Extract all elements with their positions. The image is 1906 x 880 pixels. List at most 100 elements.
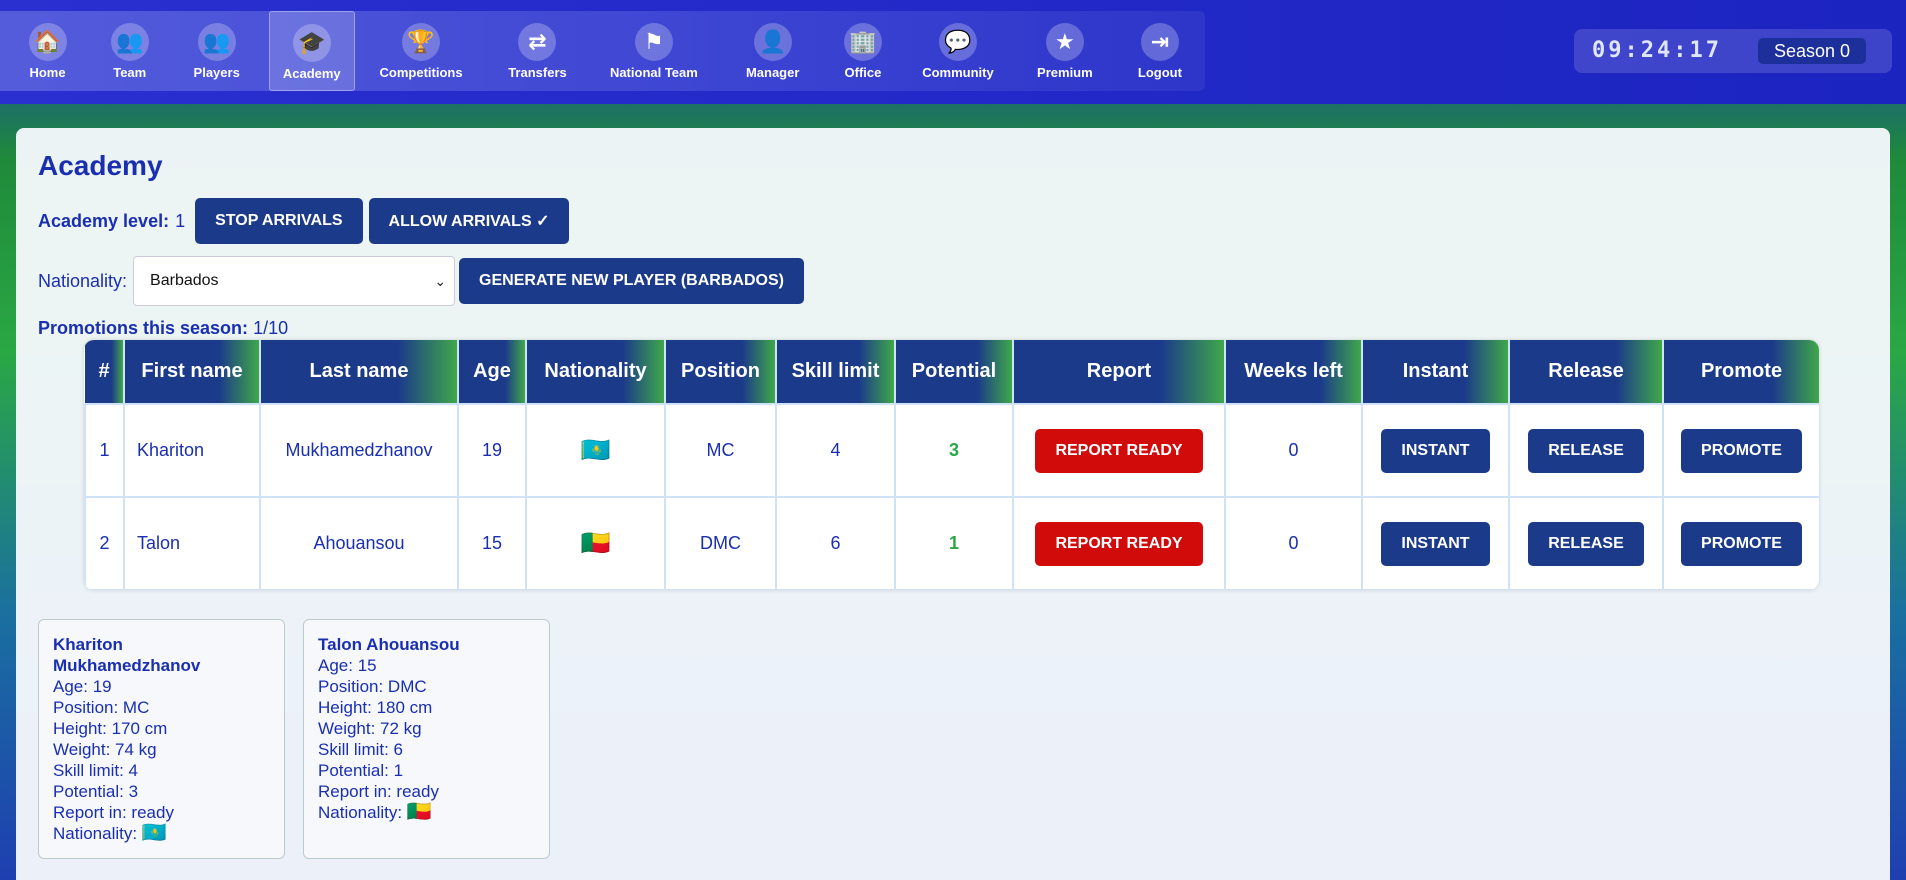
players-icon: 👥 <box>197 23 236 61</box>
report-ready-button[interactable]: REPORT READY <box>1035 428 1203 473</box>
flag-kazakhstan-icon: 🇰🇿 <box>580 437 611 464</box>
player-height: Height: 180 cm <box>318 698 433 717</box>
report-ready-button[interactable]: REPORT READY <box>1035 521 1203 566</box>
season-badge: Season 0 <box>1758 38 1867 64</box>
nav-label: Players <box>193 65 240 80</box>
nav-label: Community <box>922 65 994 80</box>
promote-button[interactable]: PROMOTE <box>1681 521 1802 566</box>
nav-transfers[interactable]: ⇄ Transfers <box>488 11 588 91</box>
instant-cell: INSTANT <box>1361 496 1510 590</box>
nationality-flag: 🇧🇯 <box>525 496 666 590</box>
logout-icon: ⇥ <box>1140 23 1179 61</box>
academy-icon: 🎓 <box>292 24 331 62</box>
nationality-select[interactable]: Barbados ⌄ <box>133 256 456 306</box>
skill-limit: 6 <box>775 496 896 590</box>
nav-team[interactable]: 👥 Team <box>95 11 164 91</box>
nav-label: National Team <box>609 65 698 80</box>
promote-button[interactable]: PROMOTE <box>1681 428 1802 473</box>
nav-manager[interactable]: 👤 Manager <box>720 11 825 91</box>
release-button[interactable]: RELEASE <box>1528 428 1644 473</box>
nav-label: Team <box>113 65 147 80</box>
weeks-left: 0 <box>1224 403 1363 498</box>
col-header: Potential <box>895 340 1014 404</box>
last-name: Ahouansou <box>259 496 459 590</box>
nav-label: Home <box>29 65 66 80</box>
allow-arrivals-button[interactable]: ALLOW ARRIVALS ✓ <box>368 198 570 244</box>
potential: 1 <box>894 496 1014 590</box>
player-position: Position: MC <box>53 698 150 717</box>
release-button[interactable]: RELEASE <box>1528 521 1644 566</box>
nav-players[interactable]: 👥 Players <box>164 11 269 91</box>
office-icon: 🏢 <box>843 23 882 61</box>
page-title: Academy <box>38 150 163 181</box>
team-icon: 👥 <box>110 23 149 61</box>
nationality-label: Nationality: <box>38 270 128 291</box>
community-icon: 💬 <box>938 23 977 61</box>
player-name: Talon Ahouansou <box>318 635 460 654</box>
player-nationality: Nationality: 🇧🇯 <box>318 801 432 823</box>
potential: 3 <box>894 403 1014 498</box>
nav-label: Office <box>844 65 882 80</box>
nav-label: Transfers <box>508 65 567 80</box>
col-header: Age <box>458 340 527 404</box>
player-skill: Skill limit: 4 <box>53 761 139 780</box>
nav-label: Competitions <box>379 65 463 80</box>
stop-arrivals-button[interactable]: STOP ARRIVALS <box>195 198 363 244</box>
star-icon: ★ <box>1045 23 1084 61</box>
last-name: Mukhamedzhanov <box>259 403 459 498</box>
player-age: Age: 15 <box>318 656 377 675</box>
table-header-row: # First name Last name Age Nationality P… <box>85 340 1819 404</box>
nav-academy[interactable]: 🎓 Academy <box>268 11 355 91</box>
promote-cell: PROMOTE <box>1662 496 1819 590</box>
age: 15 <box>457 496 527 590</box>
col-header: Instant <box>1362 340 1510 404</box>
clock: 09:24:17 <box>1592 38 1722 63</box>
age: 19 <box>457 403 527 498</box>
flag-kazakhstan-icon: 🇰🇿 <box>141 822 167 844</box>
nav-label: Manager <box>745 65 800 80</box>
col-header: First name <box>124 340 261 404</box>
nav-competitions[interactable]: 🏆 Competitions <box>355 11 488 91</box>
nav-label: Academy <box>282 66 341 81</box>
flag-icon: ⚑ <box>634 23 673 61</box>
nav-logout[interactable]: ⇥ Logout <box>1115 11 1205 91</box>
nav-office[interactable]: 🏢 Office <box>825 11 901 91</box>
player-card: Talon Ahouansou Age: 15 Position: DMC He… <box>303 619 550 859</box>
nav-premium[interactable]: ★ Premium <box>1015 11 1115 91</box>
player-potential: Potential: 1 <box>318 761 404 780</box>
instant-button[interactable]: INSTANT <box>1381 521 1490 566</box>
weeks-left: 0 <box>1224 496 1363 590</box>
col-header: Position <box>665 340 777 404</box>
chevron-down-icon: ⌄ <box>434 273 447 289</box>
transfers-icon: ⇄ <box>518 23 557 61</box>
nav-community[interactable]: 💬 Community <box>901 11 1015 91</box>
nav-label: Premium <box>1037 65 1093 80</box>
promote-cell: PROMOTE <box>1662 403 1819 498</box>
col-header: Last name <box>260 340 459 404</box>
player-potential: Potential: 3 <box>53 782 139 801</box>
release-cell: RELEASE <box>1508 496 1664 590</box>
table-row: 2 Talon Ahouansou 15 🇧🇯 DMC 6 1 REPORT R… <box>84 496 1819 590</box>
manager-icon: 👤 <box>753 23 792 61</box>
first-name: Khariton <box>123 403 261 498</box>
academy-controls: Academy level: 1 STOP ARRIVALS ALLOW ARR… <box>38 198 570 244</box>
col-header: Report <box>1013 340 1226 404</box>
academy-level-label: Academy level: <box>38 210 170 231</box>
promotions-value: 1/10 <box>253 318 289 338</box>
nav-national-team[interactable]: ⚑ National Team <box>587 11 720 91</box>
position: DMC <box>664 496 777 590</box>
flag-benin-icon: 🇧🇯 <box>580 530 611 557</box>
col-header: Promote <box>1663 340 1819 404</box>
instant-button[interactable]: INSTANT <box>1381 428 1490 473</box>
report-cell: REPORT READY <box>1012 496 1226 590</box>
skill-limit: 4 <box>775 403 896 498</box>
position: MC <box>664 403 777 498</box>
academy-panel: Academy Academy level: 1 STOP ARRIVALS A… <box>16 128 1890 880</box>
generate-player-button[interactable]: GENERATE NEW PLAYER (BARBADOS) <box>459 258 804 304</box>
row-number: 1 <box>84 403 125 498</box>
nav-home[interactable]: 🏠 Home <box>0 11 95 91</box>
player-position: Position: DMC <box>318 677 427 696</box>
player-skill: Skill limit: 6 <box>318 740 404 759</box>
instant-cell: INSTANT <box>1361 403 1510 498</box>
player-report: Report in: ready <box>53 803 174 822</box>
